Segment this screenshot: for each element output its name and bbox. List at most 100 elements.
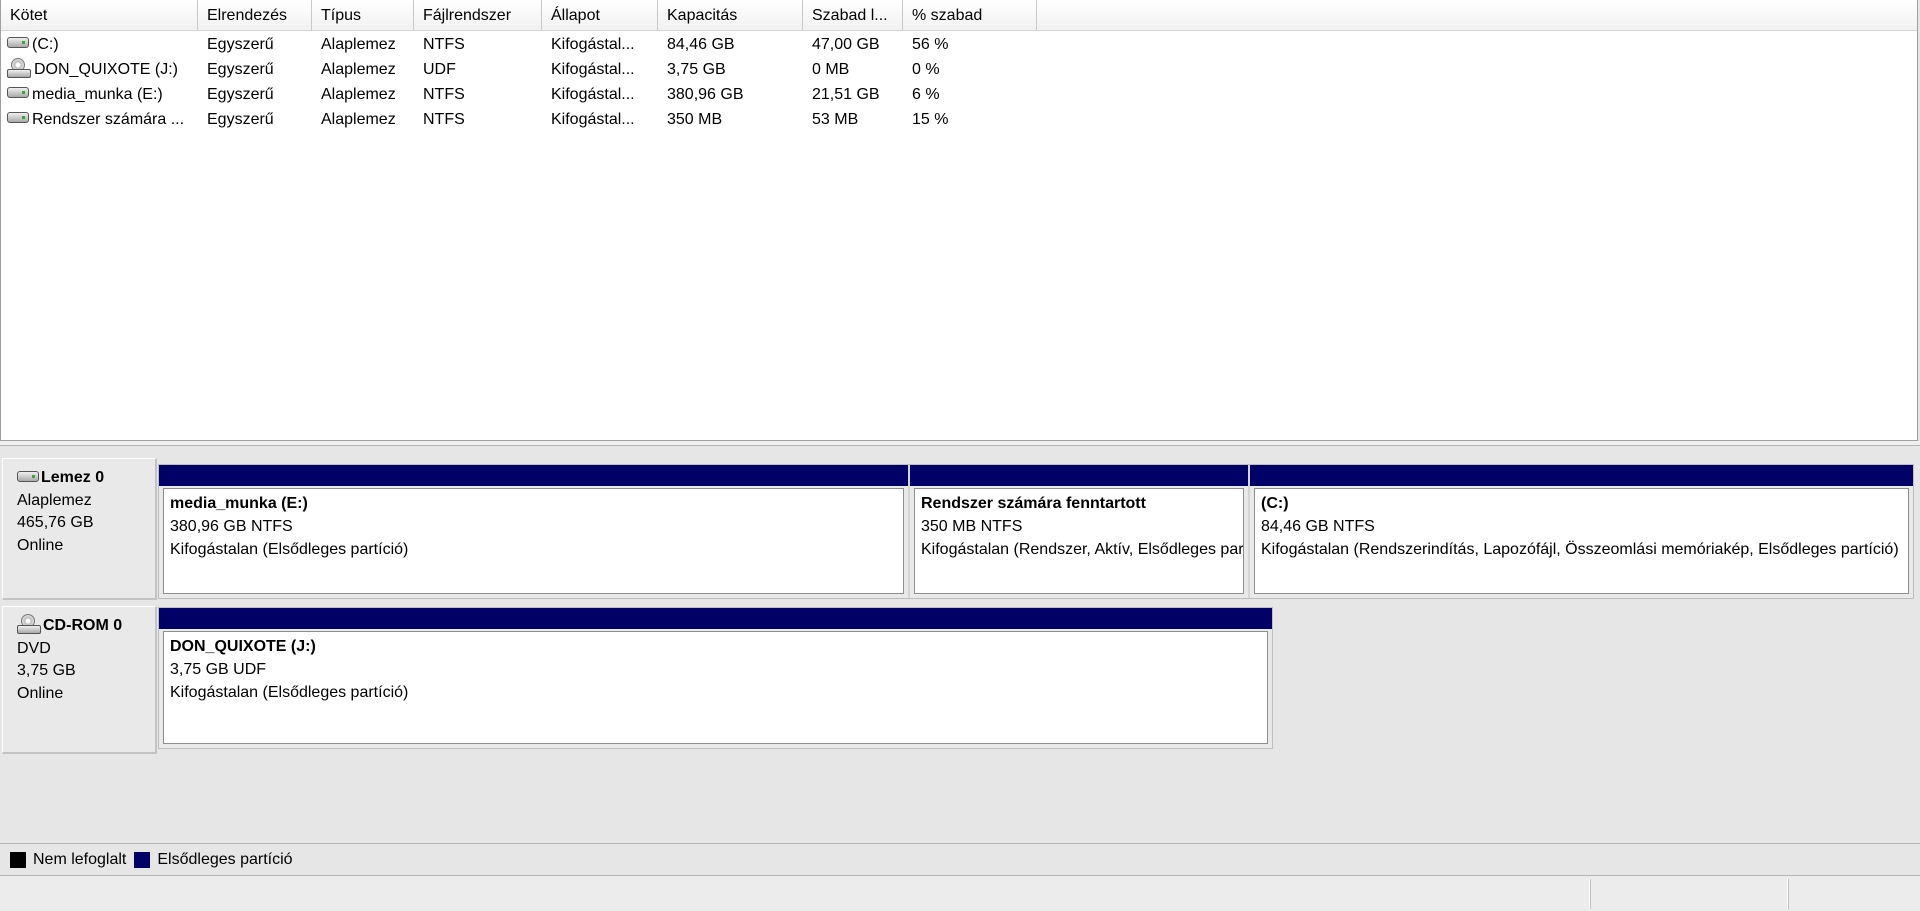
- disk-type: DVD: [17, 639, 51, 657]
- cdrom-0-partitions: DON_QUIXOTE (J:) 3,75 GB UDF Kifogástala…: [158, 607, 1273, 749]
- percent-free-cell: 0 %: [912, 61, 940, 78]
- status-cell: Kifogástal...: [551, 86, 635, 103]
- primary-partition-swatch: [134, 851, 151, 868]
- status-cell: Kifogástal...: [551, 61, 635, 78]
- free-space-cell: 21,51 GB: [812, 86, 880, 103]
- hard-drive-icon: [7, 87, 29, 99]
- cd-drive-icon: [7, 57, 31, 78]
- free-space-cell: 53 MB: [812, 111, 859, 128]
- partition-name: media_munka (E:): [170, 495, 308, 512]
- filesystem-cell: NTFS: [423, 86, 465, 103]
- partition-j[interactable]: DON_QUIXOTE (J:) 3,75 GB UDF Kifogástala…: [159, 608, 1272, 748]
- type-cell: Alaplemez: [321, 61, 396, 78]
- partition-details: media_munka (E:) 380,96 GB NTFS Kifogást…: [163, 488, 904, 594]
- cd-drive-icon: [17, 614, 41, 635]
- volume-name: (C:): [32, 36, 59, 53]
- column-header-filesystem[interactable]: Fájlrendszer: [414, 0, 542, 30]
- column-header-volume[interactable]: Kötet: [1, 0, 198, 30]
- partition-e[interactable]: media_munka (E:) 380,96 GB NTFS Kifogást…: [159, 465, 910, 598]
- percent-free-cell: 6 %: [912, 86, 940, 103]
- volume-name-cell: Rendszer számára ...: [1, 107, 198, 132]
- volume-name-cell: (C:): [1, 32, 198, 57]
- partition-size-fs: 380,96 GB NTFS: [170, 518, 293, 535]
- type-cell: Alaplemez: [321, 111, 396, 128]
- status-cell: Kifogástal...: [551, 36, 635, 53]
- free-space-cell: 47,00 GB: [812, 36, 880, 53]
- status-panel-divider: [1788, 879, 1789, 909]
- column-header-capacity[interactable]: Kapacitás: [658, 0, 803, 30]
- status-bar: [0, 875, 1920, 911]
- percent-free-cell: 15 %: [912, 111, 949, 128]
- partition-header-bar: [159, 608, 1272, 629]
- hard-drive-icon: [17, 470, 39, 482]
- status-cell: Kifogástal...: [551, 111, 635, 128]
- column-header-free-space[interactable]: Szabad l...: [803, 0, 903, 30]
- partition-details: DON_QUIXOTE (J:) 3,75 GB UDF Kifogástala…: [163, 631, 1268, 744]
- partition-header-bar: [159, 465, 908, 486]
- partition-name: DON_QUIXOTE (J:): [170, 638, 316, 655]
- cdrom-0-label[interactable]: CD-ROM 0 DVD 3,75 GB Online: [2, 606, 157, 754]
- filesystem-cell: NTFS: [423, 111, 465, 128]
- table-row[interactable]: media_munka (E:) Egyszerű Alaplemez NTFS…: [1, 82, 1917, 107]
- partition-size-fs: 350 MB NTFS: [921, 518, 1023, 535]
- legend-label: Nem lefoglalt: [33, 850, 127, 868]
- partition-status: Kifogástalan (Elsődleges partíció): [170, 541, 409, 558]
- column-header-layout[interactable]: Elrendezés: [198, 0, 312, 30]
- disk-size: 3,75 GB: [17, 662, 76, 679]
- partition-status: Kifogástalan (Elsődleges partíció): [170, 684, 409, 701]
- layout-cell: Egyszerű: [207, 61, 274, 78]
- disk-title: CD-ROM 0: [17, 614, 155, 638]
- partition-status: Kifogástalan (Rendszer, Aktív, Elsődlege…: [921, 541, 1244, 558]
- layout-cell: Egyszerű: [207, 111, 274, 128]
- volume-name: DON_QUIXOTE (J:): [34, 61, 179, 78]
- legend-item-primary-partition: Elsődleges partíció: [134, 850, 293, 869]
- disk-title: Lemez 0: [17, 467, 155, 490]
- volume-list[interactable]: Kötet Elrendezés Típus Fájlrendszer Álla…: [0, 0, 1918, 441]
- filesystem-cell: UDF: [423, 61, 456, 78]
- type-cell: Alaplemez: [321, 36, 396, 53]
- disk-view: Lemez 0 Alaplemez 465,76 GB Online media…: [0, 446, 1920, 843]
- partition-size-fs: 3,75 GB UDF: [170, 661, 267, 678]
- partition-details: (C:) 84,46 GB NTFS Kifogástalan (Rendsze…: [1254, 488, 1909, 594]
- legend-item-unallocated: Nem lefoglalt: [10, 851, 126, 869]
- capacity-cell: 350 MB: [667, 111, 723, 128]
- disk-state: Online: [17, 684, 64, 702]
- legend-label: Elsődleges partíció: [157, 850, 293, 868]
- disk-state: Online: [17, 536, 64, 554]
- layout-cell: Egyszerű: [207, 36, 274, 53]
- partition-system-reserved[interactable]: Rendszer számára fenntartott 350 MB NTFS…: [910, 465, 1250, 598]
- disk-size: 465,76 GB: [17, 514, 94, 531]
- column-header-percent-free[interactable]: % szabad: [903, 0, 1037, 30]
- partition-c[interactable]: (C:) 84,46 GB NTFS Kifogástalan (Rendsze…: [1250, 465, 1913, 598]
- free-space-cell: 0 MB: [812, 61, 850, 78]
- partition-name: (C:): [1261, 495, 1289, 512]
- partition-name: Rendszer számára fenntartott: [921, 495, 1146, 512]
- legend: Nem lefoglalt Elsődleges partíció: [0, 843, 1920, 875]
- partition-details: Rendszer számára fenntartott 350 MB NTFS…: [914, 488, 1244, 594]
- partition-header-bar: [910, 465, 1248, 486]
- filesystem-cell: NTFS: [423, 36, 465, 53]
- hard-drive-icon: [7, 37, 29, 49]
- table-row[interactable]: Rendszer számára ... Egyszerű Alaplemez …: [1, 107, 1917, 132]
- column-header-status[interactable]: Állapot: [542, 0, 658, 30]
- partition-status: Kifogástalan (Rendszerindítás, Lapozófáj…: [1261, 541, 1899, 558]
- capacity-cell: 3,75 GB: [667, 61, 726, 78]
- disk-type: Alaplemez: [17, 491, 92, 509]
- table-row[interactable]: (C:) Egyszerű Alaplemez NTFS Kifogástal.…: [1, 32, 1917, 57]
- capacity-cell: 84,46 GB: [667, 36, 735, 53]
- disk-0-label[interactable]: Lemez 0 Alaplemez 465,76 GB Online: [2, 458, 157, 600]
- volume-name: media_munka (E:): [32, 86, 163, 103]
- percent-free-cell: 56 %: [912, 36, 949, 53]
- volume-name: Rendszer számára ...: [32, 111, 185, 128]
- volume-name-cell: media_munka (E:): [1, 82, 198, 107]
- status-panel-divider: [1590, 879, 1591, 909]
- volume-name-cell: DON_QUIXOTE (J:): [1, 57, 198, 82]
- layout-cell: Egyszerű: [207, 86, 274, 103]
- column-header-row: Kötet Elrendezés Típus Fájlrendszer Álla…: [1, 0, 1917, 31]
- partition-size-fs: 84,46 GB NTFS: [1261, 518, 1375, 535]
- hard-drive-icon: [7, 112, 29, 124]
- column-header-type[interactable]: Típus: [312, 0, 414, 30]
- table-row[interactable]: DON_QUIXOTE (J:) Egyszerű Alaplemez UDF …: [1, 57, 1917, 82]
- capacity-cell: 380,96 GB: [667, 86, 744, 103]
- unallocated-swatch: [10, 851, 26, 868]
